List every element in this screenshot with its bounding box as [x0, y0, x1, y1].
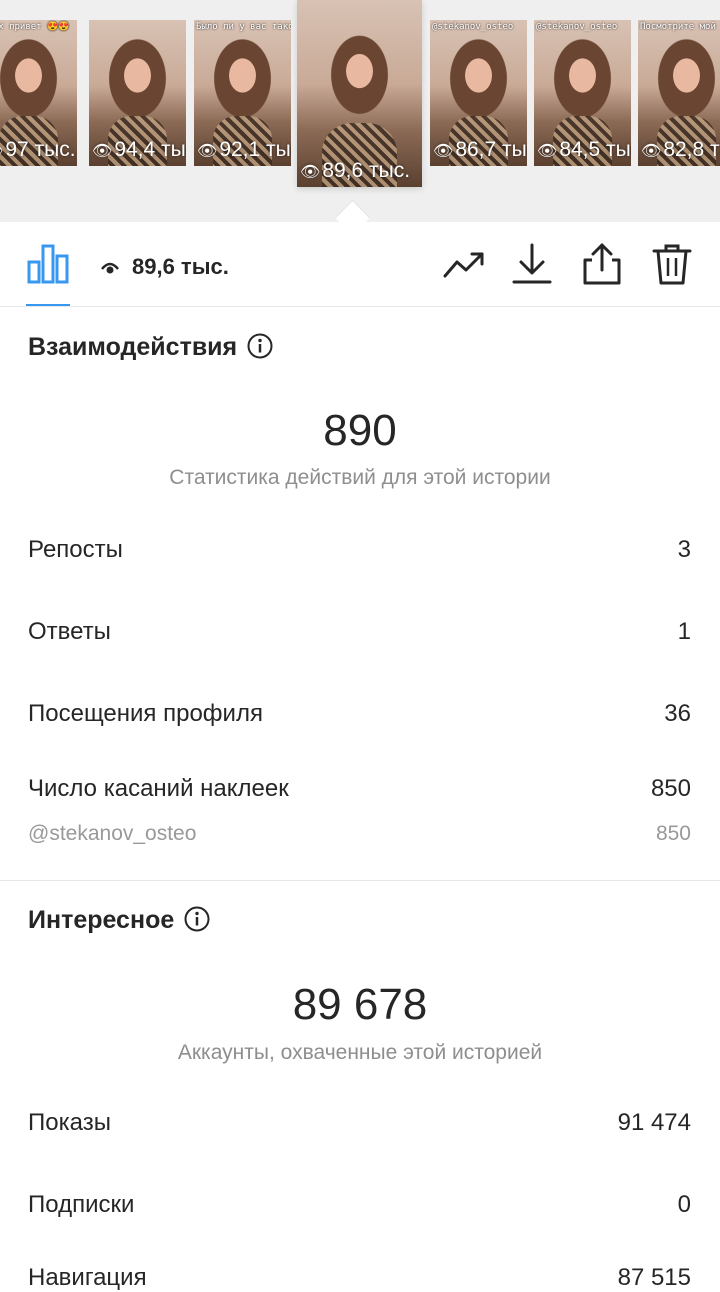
download-icon [512, 243, 552, 284]
trending-icon [443, 252, 484, 278]
stat-label: Навигация [28, 1264, 147, 1291]
stat-label: @stekanov_osteo [28, 822, 197, 845]
story-views: 👁94,4 тыс. [92, 138, 186, 161]
story-thumbnail-selected[interactable]: 👁89,6 тыс. [297, 0, 422, 187]
story-caption: Посмотрите мой профиль [640, 22, 720, 32]
story-strip[interactable]: Всех привет 😍😍 👁97 тыс. 👁94,4 тыс. Было … [0, 0, 720, 222]
eye-icon: 👁 [0, 143, 3, 160]
stat-value: 91 474 [617, 1109, 691, 1136]
stat-row-sticker-mention[interactable]: @stekanov_osteo 850 [28, 822, 691, 846]
interactions-title: Взаимодействия [28, 333, 273, 362]
interactions-subtitle: Статистика действий для этой истории [169, 466, 551, 489]
stat-row-reposts: Репосты 3 [28, 536, 691, 564]
stat-label: Показы [28, 1109, 111, 1136]
story-thumbnail[interactable]: @stekanov_osteo 👁86,7 тыс. [430, 20, 527, 166]
eye-icon: 👁 [300, 164, 321, 181]
story-views: 👁84,5 тыс. [537, 138, 631, 161]
discovery-total: 89 678 [292, 980, 428, 1029]
stat-value: 0 [677, 1191, 691, 1218]
viewers-tab[interactable]: 89,6 тыс. [100, 254, 229, 280]
story-thumbnail[interactable]: Всех привет 😍😍 👁97 тыс. [0, 20, 77, 166]
delete-button[interactable] [650, 242, 694, 286]
stat-row-navigation: Навигация 87 515 [28, 1264, 691, 1292]
eye-icon: 👁 [197, 143, 218, 160]
share-icon [583, 243, 621, 285]
stat-label: Число касаний наклеек [28, 775, 289, 802]
eye-icon: 👁 [641, 143, 662, 160]
discovery-subtitle: Аккаунты, охваченные этой историей [177, 1041, 543, 1064]
views-count: 89,6 тыс. [132, 254, 229, 279]
story-caption: Было ли у вас такое [196, 22, 291, 32]
stat-row-profile-visits: Посещения профиля 36 [28, 700, 691, 728]
stat-row-sticker-taps: Число касаний наклеек 850 [28, 775, 691, 803]
discovery-title: Интересное [28, 906, 210, 935]
story-caption: @stekanov_osteo [536, 22, 618, 32]
eye-icon: 👁 [92, 143, 113, 160]
save-button[interactable] [510, 242, 554, 286]
story-thumbnail[interactable]: Посмотрите мой профиль 👁82,8 тыс. [638, 20, 720, 166]
stat-label: Репосты [28, 536, 123, 563]
promote-button[interactable] [442, 242, 486, 286]
trash-icon [652, 244, 692, 285]
eye-icon [101, 262, 119, 274]
story-caption: @stekanov_osteo [432, 22, 514, 32]
stat-value: 850 [650, 775, 691, 802]
stat-value: 850 [655, 822, 691, 845]
story-views: 👁89,6 тыс. [300, 159, 411, 182]
story-views: 👁92,1 тыс. [197, 138, 291, 161]
story-toolbar: 89,6 тыс. [0, 222, 720, 307]
section-divider [0, 880, 720, 881]
insights-tab[interactable] [26, 240, 70, 306]
story-caption: Всех привет 😍😍 [0, 22, 70, 32]
eye-icon: 👁 [537, 143, 558, 160]
story-views: 👁82,8 тыс. [641, 138, 720, 161]
stat-value: 87 515 [617, 1264, 691, 1291]
active-tab-indicator [26, 304, 70, 306]
stat-value: 36 [664, 700, 691, 727]
story-views: 👁86,7 тыс. [433, 138, 527, 161]
stat-label: Посещения профиля [28, 700, 263, 727]
interactions-total: 890 [323, 406, 397, 455]
bar-chart-icon [27, 244, 69, 284]
stat-label: Ответы [28, 618, 111, 645]
stat-row-replies: Ответы 1 [28, 618, 691, 646]
stat-row-follows: Подписки 0 [28, 1191, 691, 1219]
stat-label: Подписки [28, 1191, 135, 1218]
stat-row-impressions: Показы 91 474 [28, 1109, 691, 1137]
stat-value: 3 [677, 536, 691, 563]
eye-icon: 👁 [433, 143, 454, 160]
info-icon[interactable] [184, 906, 210, 932]
story-thumbnail[interactable]: 👁94,4 тыс. [89, 20, 186, 166]
share-button[interactable] [580, 242, 624, 286]
story-views: 👁97 тыс. [0, 138, 76, 162]
story-thumbnail[interactable]: @stekanov_osteo 👁84,5 тыс. [534, 20, 631, 166]
stat-value: 1 [677, 618, 691, 645]
info-icon[interactable] [247, 333, 273, 359]
story-thumbnail[interactable]: Было ли у вас такое 👁92,1 тыс. [194, 20, 291, 166]
